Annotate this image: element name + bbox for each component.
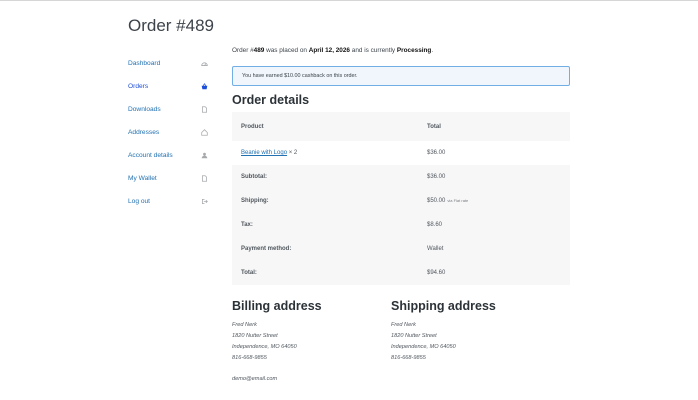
product-cell: Beanie with Logo × 2 (232, 141, 427, 165)
page-title: Order #489 (128, 16, 214, 35)
order-details-heading: Order details (232, 93, 310, 107)
house-icon (200, 129, 208, 137)
order-status: Processing (396, 47, 432, 54)
tax-label: Tax: (241, 222, 253, 228)
subtotal-value: $36.00 (427, 174, 446, 180)
shipping-label: Shipping: (241, 198, 269, 204)
product-quantity: × 2 (288, 150, 298, 156)
cashback-notice: You have earned $10.00 cashback on this … (232, 66, 570, 86)
billing-address: Billing address Fred Nerk 1820 Nutter St… (232, 298, 382, 385)
shipping-row: Shipping: $50.00 via Flat rate (232, 189, 570, 213)
nav-item-dashboard[interactable]: Dashboard (128, 52, 208, 75)
billing-name: Fred Nerk (232, 322, 257, 328)
billing-street: 1820 Nutter Street (232, 333, 278, 339)
nav-item-label: Dashboard (128, 60, 161, 67)
order-date: April 12, 2026 (308, 47, 350, 54)
account-navigation: Dashboard Orders Downloads Addresses Acc… (128, 52, 208, 213)
nav-item-label: My Wallet (128, 175, 157, 182)
column-header-total: Total (427, 123, 441, 130)
payment-method-row: Payment method: Wallet (232, 237, 570, 261)
shipping-street: 1820 Nutter Street (391, 333, 437, 339)
dashboard-icon (200, 60, 208, 68)
subtotal-label: Subtotal: (241, 174, 267, 180)
shipping-value-cell: $50.00 via Flat rate (427, 189, 570, 213)
table-header-row: Product Total (232, 112, 570, 141)
billing-phone: 816-668-9855 (232, 355, 267, 361)
shipping-address: Shipping address Fred Nerk 1820 Nutter S… (391, 298, 541, 364)
billing-address-heading: Billing address (232, 299, 322, 313)
billing-city: Independence, MO 64050 (232, 344, 297, 350)
nav-item-label: Addresses (128, 129, 160, 136)
order-content: Order #489 was placed on April 12, 2026 … (232, 46, 570, 285)
file-icon (200, 106, 208, 114)
shipping-name: Fred Nerk (391, 322, 416, 328)
shipping-address-heading: Shipping address (391, 299, 496, 313)
table-row: Beanie with Logo × 2 $36.00 (232, 141, 570, 165)
basket-icon (200, 83, 208, 91)
payment-method-label: Payment method: (241, 246, 292, 252)
nav-item-label: Downloads (128, 106, 161, 113)
file-icon (200, 175, 208, 183)
total-value: $94.60 (427, 270, 446, 276)
nav-item-label: Orders (128, 83, 149, 90)
payment-method-value: Wallet (427, 246, 444, 252)
order-intro: Order #489 was placed on April 12, 2026 … (232, 47, 434, 54)
shipping-value: $50.00 (427, 198, 446, 204)
total-label: Total: (241, 270, 257, 276)
nav-item-label: Log out (128, 198, 150, 205)
tax-value: $8.60 (427, 222, 443, 228)
nav-item-account-details[interactable]: Account details (128, 144, 208, 167)
tax-row: Tax: $8.60 (232, 213, 570, 237)
nav-item-my-wallet[interactable]: My Wallet (128, 167, 208, 190)
shipping-method: via Flat rate (447, 198, 469, 203)
nav-item-log-out[interactable]: Log out (128, 190, 208, 213)
shipping-phone: 816-668-9855 (391, 355, 426, 361)
nav-item-addresses[interactable]: Addresses (128, 121, 208, 144)
subtotal-row: Subtotal: $36.00 (232, 165, 570, 189)
user-icon (200, 152, 208, 160)
top-border (0, 0, 698, 1)
total-row: Total: $94.60 (232, 261, 570, 285)
billing-email: demo@email.com (232, 376, 278, 382)
column-header-product: Product (241, 123, 264, 130)
nav-item-orders[interactable]: Orders (128, 75, 208, 98)
product-link[interactable]: Beanie with Logo (241, 150, 287, 156)
shipping-city: Independence, MO 64050 (391, 344, 456, 350)
nav-item-downloads[interactable]: Downloads (128, 98, 208, 121)
order-number: 489 (253, 47, 265, 54)
nav-item-label: Account details (128, 152, 173, 159)
item-total: $36.00 (427, 150, 446, 156)
order-details-table: Product Total Beanie with Logo × 2 $36.0… (232, 112, 570, 285)
logout-icon (200, 198, 208, 206)
